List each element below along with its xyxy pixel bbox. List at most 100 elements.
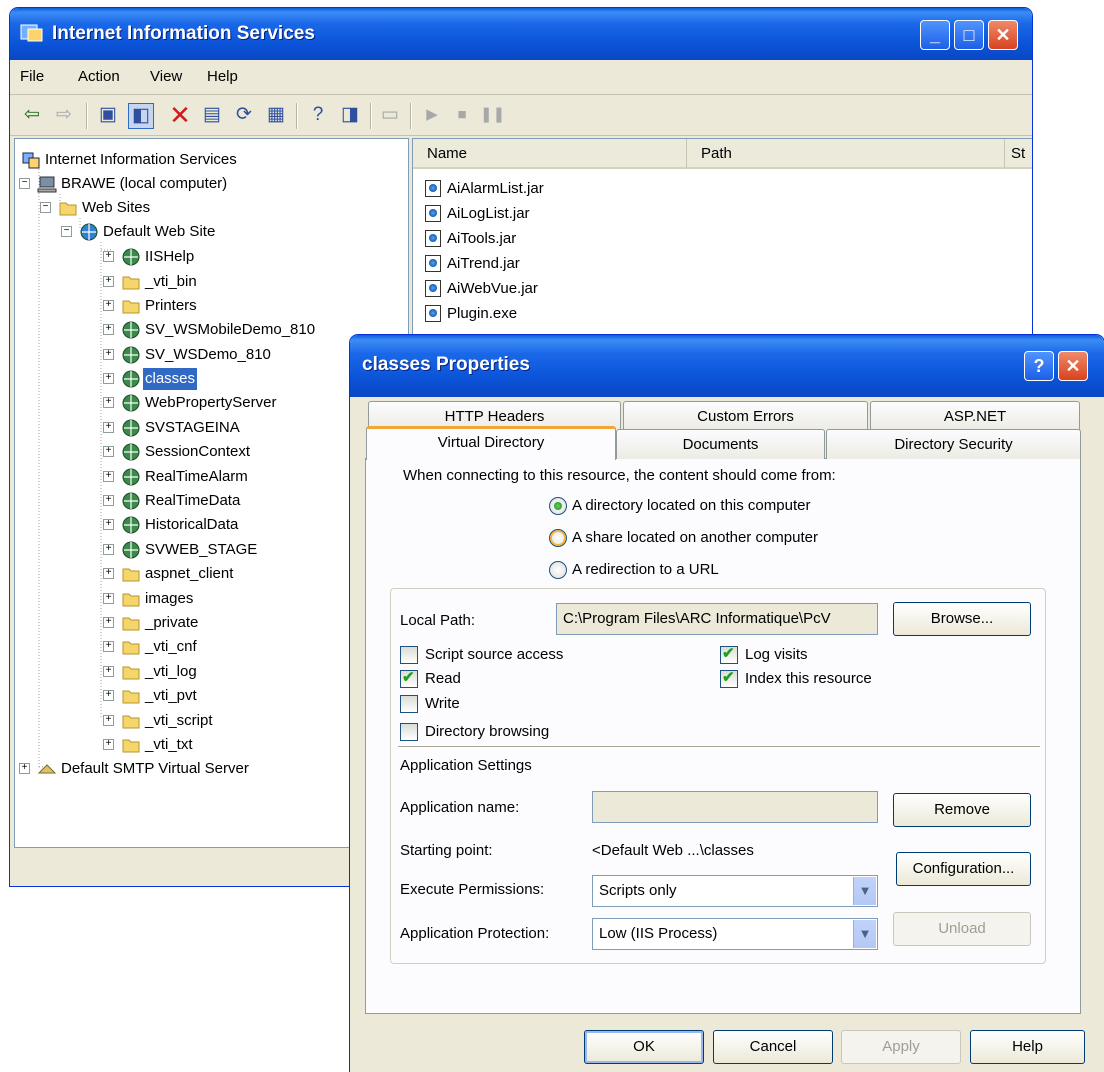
tree-node-label[interactable]: RealTimeAlarm [143, 466, 250, 488]
refresh-icon[interactable]: ⟳ [232, 103, 256, 127]
minimize-button[interactable]: _ [920, 20, 950, 50]
help-button[interactable]: Help [970, 1030, 1085, 1064]
directory-browsing-checkbox[interactable] [400, 723, 418, 741]
expand-icon[interactable]: + [103, 422, 114, 433]
tab-asp-net[interactable]: ASP.NET [870, 401, 1080, 431]
dialog-title-bar[interactable]: classes Properties ? ✕ [350, 335, 1104, 397]
tree-node-label[interactable]: SV_WSDemo_810 [143, 344, 273, 366]
stop-icon[interactable]: ■ [450, 103, 474, 127]
expand-icon[interactable]: + [19, 763, 30, 774]
tab-documents[interactable]: Documents [616, 429, 825, 459]
radio-url-redirection[interactable] [549, 561, 567, 579]
tree-node-label[interactable]: Printers [143, 295, 199, 317]
close-button[interactable]: ✕ [988, 20, 1018, 50]
show-hide-console-icon[interactable]: ◨ [338, 103, 362, 127]
expand-icon[interactable]: + [103, 446, 114, 457]
expand-icon[interactable]: + [103, 666, 114, 677]
tree-node-label[interactable]: RealTimeData [143, 490, 242, 512]
menu-action[interactable]: Action [78, 68, 120, 85]
read-label[interactable]: Read [425, 670, 461, 687]
expand-icon[interactable]: + [103, 544, 114, 555]
delete-icon[interactable]: ✕ [168, 102, 192, 128]
unload-button[interactable]: Unload [893, 912, 1031, 946]
menu-help[interactable]: Help [207, 68, 238, 85]
tree-node-label[interactable]: _vti_pvt [143, 685, 199, 707]
column-status[interactable]: St [1005, 139, 1032, 169]
expand-icon[interactable]: + [103, 641, 114, 652]
app-name-field[interactable] [592, 791, 878, 823]
chevron-down-icon[interactable]: ▼ [853, 920, 876, 948]
radio-local-directory-label[interactable]: A directory located on this computer [572, 497, 810, 514]
show-hide-tree-icon[interactable]: ◧ [128, 103, 154, 129]
pause-icon[interactable]: ❚❚ [480, 103, 505, 127]
properties-icon[interactable]: ▤ [200, 103, 224, 127]
menu-file[interactable]: File [20, 68, 44, 85]
remove-button[interactable]: Remove [893, 793, 1031, 827]
expand-icon[interactable]: + [103, 276, 114, 287]
play-icon[interactable]: ▶ [420, 103, 444, 127]
help-icon[interactable]: ? [306, 103, 330, 127]
expand-icon[interactable]: + [103, 251, 114, 262]
expand-icon[interactable]: + [103, 324, 114, 335]
dialog-close-button[interactable]: ✕ [1058, 351, 1088, 381]
tree-node-label[interactable]: Default SMTP Virtual Server [59, 758, 251, 780]
column-path[interactable]: Path [687, 139, 1005, 169]
tree-node-label[interactable]: _private [143, 612, 200, 634]
configuration-button[interactable]: Configuration... [896, 852, 1031, 886]
cancel-button[interactable]: Cancel [713, 1030, 833, 1064]
ok-button[interactable]: OK [584, 1030, 704, 1064]
tree-node-label[interactable]: SVWEB_STAGE [143, 539, 259, 561]
tree-node-label[interactable]: aspnet_client [143, 563, 235, 585]
back-arrow-icon[interactable]: ⇦ [20, 103, 44, 127]
expand-icon[interactable]: + [103, 495, 114, 506]
iis-title-bar[interactable]: Internet Information Services _ □ ✕ [10, 8, 1032, 60]
tree-node-label[interactable]: Default Web Site [101, 221, 217, 243]
tree-node-label[interactable]: Web Sites [80, 197, 152, 219]
tree-node-label[interactable]: _vti_bin [143, 271, 199, 293]
index-resource-label[interactable]: Index this resource [745, 670, 872, 687]
tree-node-label[interactable]: images [143, 588, 195, 610]
expand-icon[interactable]: + [103, 373, 114, 384]
tab-virtual-directory[interactable]: Virtual Directory [366, 426, 616, 460]
expand-icon[interactable]: + [103, 739, 114, 750]
tree-node-label[interactable]: SV_WSMobileDemo_810 [143, 319, 317, 341]
expand-icon[interactable]: + [103, 617, 114, 628]
browse-button[interactable]: Browse... [893, 602, 1031, 636]
forward-arrow-icon[interactable]: ⇨ [52, 103, 76, 127]
log-visits-checkbox[interactable] [720, 644, 738, 664]
apply-button[interactable]: Apply [841, 1030, 961, 1064]
log-visits-label[interactable]: Log visits [745, 646, 808, 663]
execute-permissions-select[interactable]: Scripts only ▼ [592, 875, 878, 907]
expand-icon[interactable]: + [103, 397, 114, 408]
tree-node-label[interactable]: _vti_log [143, 661, 199, 683]
collapse-icon[interactable]: − [19, 178, 30, 189]
context-help-button[interactable]: ? [1024, 351, 1054, 381]
directory-browsing-label[interactable]: Directory browsing [425, 723, 549, 740]
tree-node-label[interactable]: HistoricalData [143, 514, 240, 536]
tree-node-label[interactable]: IISHelp [143, 246, 196, 268]
expand-icon[interactable]: + [103, 300, 114, 311]
write-checkbox[interactable] [400, 695, 418, 713]
menu-view[interactable]: View [150, 68, 182, 85]
expand-icon[interactable]: + [103, 568, 114, 579]
maximize-button[interactable]: □ [954, 20, 984, 50]
tree-node-label[interactable]: classes [143, 368, 198, 390]
script-source-label[interactable]: Script source access [425, 646, 563, 663]
script-source-checkbox[interactable] [400, 646, 418, 664]
tree-node-label[interactable]: SessionContext [143, 441, 252, 463]
tree-node-label[interactable]: SVSTAGEINA [143, 417, 242, 439]
tree-node-label[interactable]: _vti_cnf [143, 636, 199, 658]
collapse-icon[interactable]: − [40, 202, 51, 213]
write-label[interactable]: Write [425, 695, 460, 712]
expand-icon[interactable]: + [103, 519, 114, 530]
radio-network-share-label[interactable]: A share located on another computer [572, 529, 818, 546]
local-path-field[interactable]: C:\Program Files\ARC Informatique\PcV [556, 603, 878, 635]
expand-icon[interactable]: + [103, 593, 114, 604]
up-one-level-icon[interactable]: ▣ [96, 103, 120, 127]
expand-icon[interactable]: + [103, 471, 114, 482]
index-resource-checkbox[interactable] [720, 668, 738, 688]
expand-icon[interactable]: + [103, 349, 114, 360]
tree-node-label[interactable]: _vti_script [143, 710, 215, 732]
radio-local-directory[interactable] [549, 497, 567, 515]
tree-node-label[interactable]: Internet Information Services [43, 149, 239, 171]
